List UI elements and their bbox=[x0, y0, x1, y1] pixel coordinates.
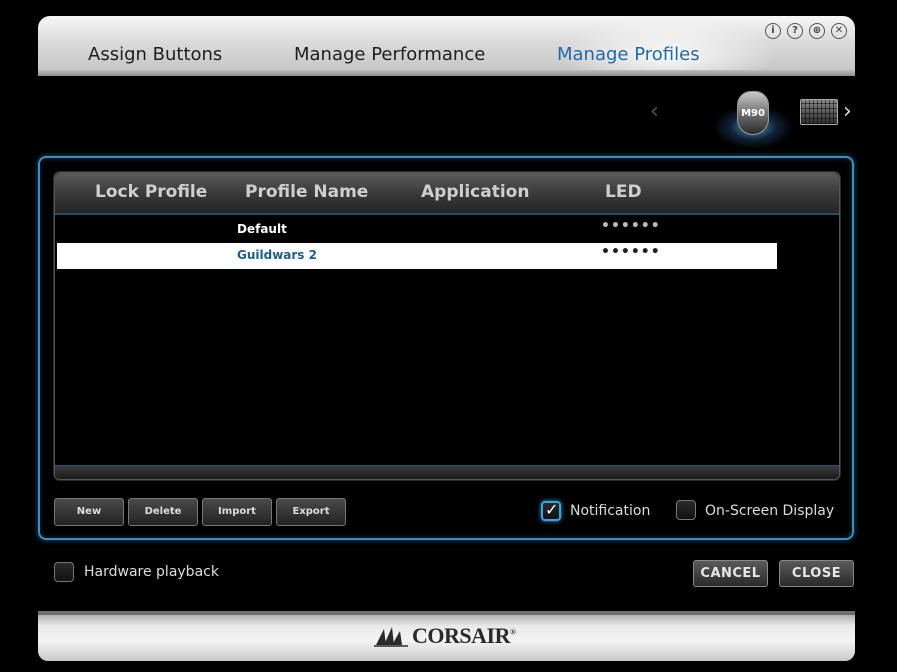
hardware-playback-checkbox[interactable] bbox=[54, 562, 74, 582]
table-row[interactable]: Guildwars 2 •••••• bbox=[57, 243, 777, 269]
notification-label: Notification bbox=[570, 503, 651, 519]
next-device-arrow-icon[interactable]: › bbox=[843, 99, 852, 124]
tab-bar: Assign Buttons Manage Performance Manage… bbox=[38, 16, 855, 76]
info-icon[interactable]: i bbox=[765, 23, 781, 39]
osd-label: On-Screen Display bbox=[705, 503, 835, 519]
tab-manage-performance[interactable]: Manage Performance bbox=[294, 44, 485, 65]
device-model-label: M90 bbox=[741, 108, 765, 119]
footer-bar: CORSAIR® bbox=[38, 611, 855, 661]
profile-name-cell: Default bbox=[237, 222, 287, 236]
column-led[interactable]: LED bbox=[605, 182, 642, 202]
keyboard-icon[interactable] bbox=[800, 99, 838, 125]
checkmark-icon: ✓ bbox=[545, 500, 559, 519]
column-application[interactable]: Application bbox=[421, 182, 529, 202]
help-icon[interactable]: ? bbox=[787, 23, 803, 39]
table-row[interactable]: Default •••••• bbox=[57, 217, 777, 243]
import-button[interactable]: Import bbox=[202, 498, 272, 526]
notification-checkbox[interactable]: ✓ bbox=[541, 500, 561, 521]
table-footer bbox=[55, 465, 839, 479]
hardware-playback-label: Hardware playback bbox=[84, 564, 219, 580]
corsair-wordmark: CORSAIR® bbox=[412, 623, 516, 648]
new-button[interactable]: New bbox=[54, 498, 124, 526]
device-mouse[interactable]: M90 bbox=[713, 87, 793, 149]
column-lock-profile[interactable]: Lock Profile bbox=[95, 182, 207, 202]
corsair-logo: CORSAIR® bbox=[374, 623, 516, 649]
cancel-button[interactable]: CANCEL bbox=[693, 560, 768, 587]
delete-button[interactable]: Delete bbox=[128, 498, 198, 526]
close-icon[interactable]: ✕ bbox=[831, 23, 847, 39]
led-cell: •••••• bbox=[601, 244, 661, 260]
corsair-sails-icon bbox=[374, 627, 408, 647]
window-controls: i ? ⊕ ✕ bbox=[765, 23, 847, 39]
table-header: Lock Profile Profile Name Application LE… bbox=[55, 173, 839, 215]
osd-checkbox[interactable] bbox=[676, 500, 696, 520]
prev-device-arrow-icon[interactable]: ‹ bbox=[650, 99, 659, 124]
tab-manage-profiles[interactable]: Manage Profiles bbox=[557, 44, 700, 65]
tab-assign-buttons[interactable]: Assign Buttons bbox=[88, 44, 222, 65]
close-button[interactable]: CLOSE bbox=[779, 560, 854, 587]
column-profile-name[interactable]: Profile Name bbox=[245, 182, 368, 202]
profiles-table: Lock Profile Profile Name Application LE… bbox=[54, 172, 840, 480]
profile-name-cell: Guildwars 2 bbox=[237, 248, 317, 262]
led-cell: •••••• bbox=[601, 218, 661, 234]
export-button[interactable]: Export bbox=[276, 498, 346, 526]
globe-icon[interactable]: ⊕ bbox=[809, 23, 825, 39]
profiles-panel: Lock Profile Profile Name Application LE… bbox=[38, 156, 854, 540]
